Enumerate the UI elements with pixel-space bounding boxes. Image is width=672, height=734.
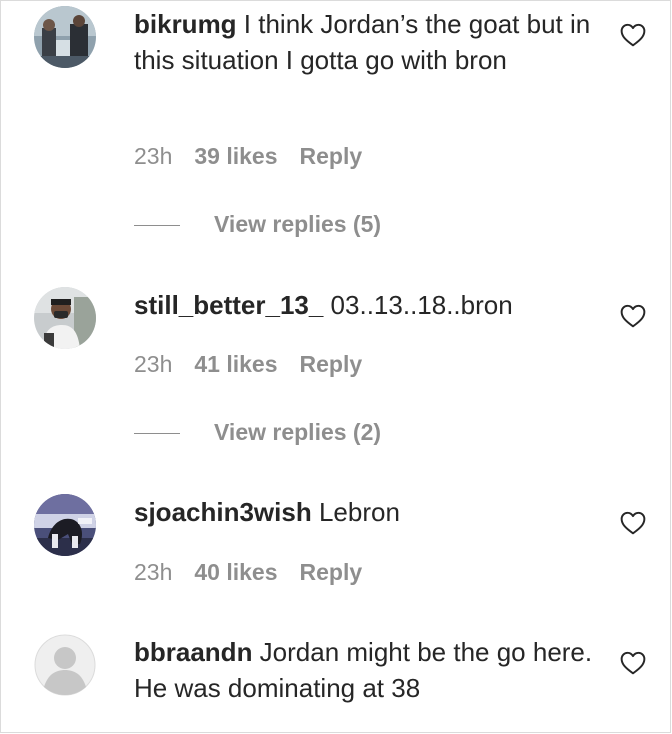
comment-username[interactable]: bikrumg	[134, 9, 237, 39]
comment-body: Lebron	[311, 497, 400, 527]
comment-text: bikrumg I think Jordan’s the goat but in…	[134, 6, 594, 78]
divider-line	[134, 225, 180, 227]
avatar[interactable]	[34, 6, 96, 68]
comment-meta: 23h 39 likes Reply	[134, 142, 362, 170]
likes-count[interactable]: 41 likes	[194, 350, 277, 378]
likes-count[interactable]: 39 likes	[194, 142, 277, 170]
likes-count[interactable]: 40 likes	[194, 558, 277, 586]
comment-body: 03..13..18..bron	[323, 290, 513, 320]
comment-text: still_better_13_ 03..13..18..bron	[134, 287, 594, 323]
comment-text: bbraandn Jordan might be the go here. He…	[134, 634, 594, 706]
view-replies-label: View replies (2)	[214, 419, 382, 445]
user-photo-avatar	[34, 494, 96, 556]
divider-line	[134, 433, 180, 435]
reply-button[interactable]: Reply	[300, 142, 363, 170]
comment-username[interactable]: bbraandn	[134, 637, 252, 667]
comment-text: sjoachin3wish Lebron	[134, 494, 594, 530]
avatar[interactable]	[34, 634, 96, 696]
comment-meta: 23h 41 likes Reply	[134, 350, 362, 378]
heart-icon[interactable]	[620, 23, 646, 47]
comment-timestamp: 23h	[134, 559, 173, 585]
view-replies-button[interactable]: View replies (5)	[134, 210, 381, 238]
heart-icon[interactable]	[620, 651, 646, 675]
comment-username[interactable]: sjoachin3wish	[134, 497, 312, 527]
avatar[interactable]	[34, 494, 96, 556]
comment-timestamp: 23h	[134, 143, 173, 169]
user-photo-avatar	[34, 6, 96, 68]
user-photo-avatar	[34, 287, 96, 349]
comment-username[interactable]: still_better_13_	[134, 290, 323, 320]
default-avatar	[34, 634, 96, 696]
view-replies-button[interactable]: View replies (2)	[134, 418, 381, 446]
comment-timestamp: 23h	[134, 351, 173, 377]
avatar[interactable]	[34, 287, 96, 349]
heart-icon[interactable]	[620, 511, 646, 535]
view-replies-label: View replies (5)	[214, 211, 382, 237]
heart-icon[interactable]	[620, 304, 646, 328]
reply-button[interactable]: Reply	[300, 558, 363, 586]
reply-button[interactable]: Reply	[300, 350, 363, 378]
comment-meta: 23h 40 likes Reply	[134, 558, 362, 586]
